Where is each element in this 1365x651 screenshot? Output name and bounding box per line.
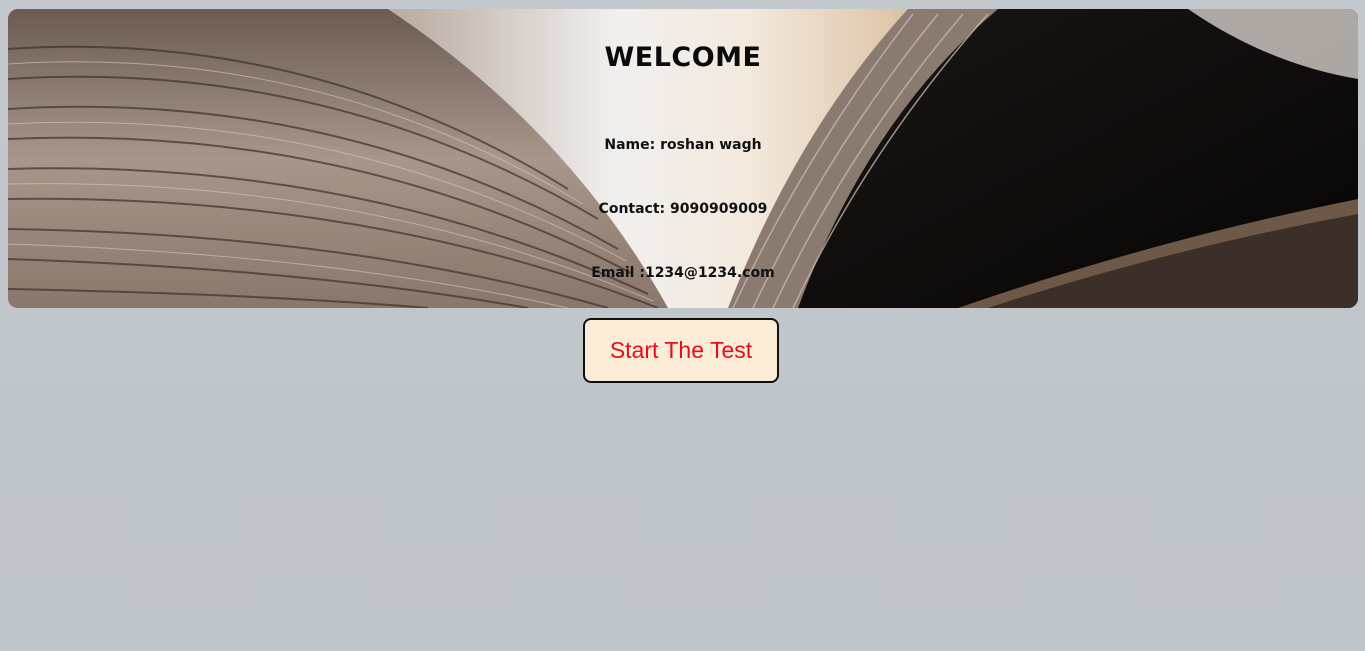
name-value: roshan wagh bbox=[660, 137, 762, 153]
email-value: 1234@1234.com bbox=[644, 265, 775, 281]
user-email-line: Email :1234@1234.com bbox=[8, 265, 1358, 281]
welcome-banner: WELCOME Name: roshan wagh Contact: 90909… bbox=[8, 9, 1358, 308]
user-contact-line: Contact: 9090909009 bbox=[8, 201, 1358, 217]
name-label: Name: bbox=[604, 137, 656, 153]
welcome-title: WELCOME bbox=[604, 42, 762, 73]
contact-label: Contact: bbox=[598, 201, 666, 217]
start-test-button[interactable]: Start The Test bbox=[583, 318, 779, 383]
contact-value: 9090909009 bbox=[670, 201, 768, 217]
user-name-line: Name: roshan wagh bbox=[8, 137, 1358, 153]
email-label: Email : bbox=[591, 265, 645, 281]
